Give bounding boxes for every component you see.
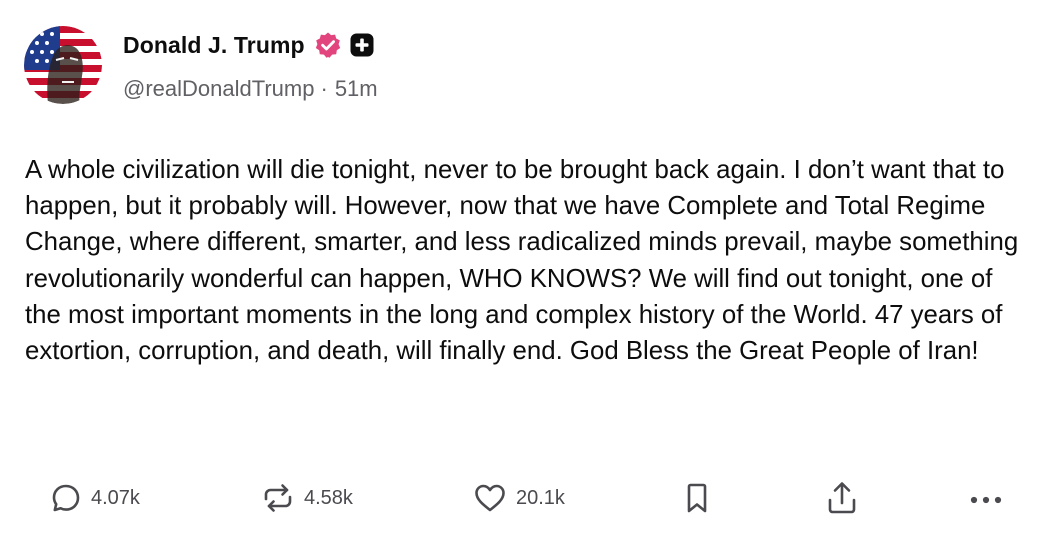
author-name-row: Donald J. Trump <box>123 28 375 62</box>
plus-square-icon <box>349 32 375 58</box>
author-handle[interactable]: @realDonaldTrump <box>123 76 314 102</box>
reply-icon <box>52 484 80 512</box>
more-icon <box>970 496 1002 504</box>
verified-badge-icon <box>314 31 342 59</box>
reply-button[interactable]: 4.07k <box>49 476 140 520</box>
meta-separator: · <box>320 76 328 101</box>
bookmark-icon <box>687 483 707 513</box>
avatar-image <box>24 26 102 104</box>
repost-button[interactable]: 4.58k <box>260 476 353 520</box>
repost-count: 4.58k <box>304 486 353 509</box>
bookmark-button[interactable] <box>682 476 712 520</box>
like-count: 20.1k <box>516 486 565 509</box>
post-text: A whole civilization will die tonight, n… <box>25 156 1019 366</box>
reply-count: 4.07k <box>91 486 140 509</box>
share-button[interactable] <box>825 476 859 520</box>
author-meta-row: @realDonaldTrump · 51m <box>123 72 378 106</box>
share-icon <box>828 482 856 514</box>
post-card: Donald J. Trump @realDonaldTrump · 51m A… <box>0 0 1052 548</box>
action-bar: 4.07k 4.58k 20.1k <box>0 476 1052 520</box>
more-options-button[interactable] <box>966 476 1006 520</box>
post-timestamp[interactable]: 51m <box>335 76 378 102</box>
like-button[interactable]: 20.1k <box>472 476 565 520</box>
heart-icon <box>475 484 505 512</box>
repost-icon <box>264 484 292 512</box>
avatar[interactable] <box>24 26 102 104</box>
author-display-name[interactable]: Donald J. Trump <box>123 32 305 59</box>
